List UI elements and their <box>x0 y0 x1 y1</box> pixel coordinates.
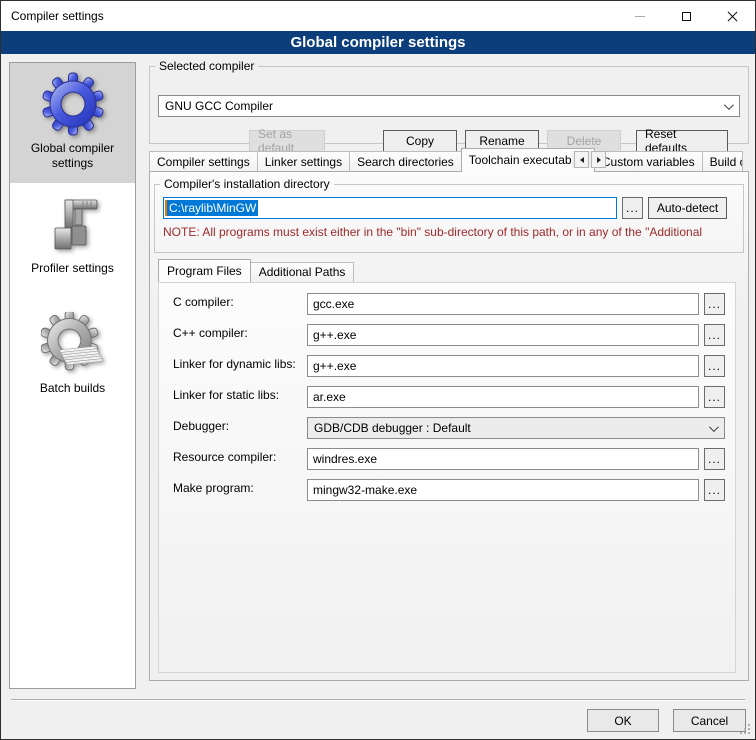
auto-detect-button[interactable]: Auto-detect <box>648 197 727 219</box>
close-button[interactable] <box>709 1 755 31</box>
tab-scroll-right-button[interactable] <box>591 151 606 168</box>
installation-directory-legend: Compiler's installation directory <box>160 177 334 191</box>
make-program-browse-button[interactable]: ... <box>704 479 725 501</box>
installation-directory-value: C:\raylib\MinGW <box>167 200 258 216</box>
tab-linker-settings[interactable]: Linker settings <box>257 151 350 172</box>
toolchain-executables-panel: Compiler's installation directory C:\ray… <box>149 171 749 681</box>
sidebar-item-label: Global compiler settings <box>21 141 125 171</box>
form-row-debugger: Debugger: GDB/CDB debugger : Default <box>173 417 725 439</box>
selected-compiler-group: Selected compiler GNU GCC Compiler Set a… <box>149 59 749 144</box>
form-row-resource-compiler: Resource compiler: ... <box>173 448 725 470</box>
cpp-compiler-browse-button[interactable]: ... <box>704 324 725 346</box>
field-label: Make program: <box>173 479 307 495</box>
footer-divider <box>11 699 745 701</box>
tab-custom-variables[interactable]: Custom variables <box>594 151 703 172</box>
gray-gear-stack-icon <box>41 312 105 376</box>
maximize-icon <box>682 12 691 21</box>
settings-category-list: Global compiler settings <box>9 62 136 689</box>
settings-tabs: Compiler settings Linker settings Search… <box>149 148 749 172</box>
c-compiler-browse-button[interactable]: ... <box>704 293 725 315</box>
resource-compiler-browse-button[interactable]: ... <box>704 448 725 470</box>
installation-note: NOTE: All programs must exist either in … <box>163 225 741 239</box>
toolchain-subtabs: Program Files Additional Paths <box>158 259 353 282</box>
c-compiler-input[interactable] <box>307 293 699 315</box>
form-row-static-linker: Linker for static libs: ... <box>173 386 725 408</box>
minimize-button[interactable] <box>617 1 663 31</box>
installation-directory-input[interactable]: C:\raylib\MinGW <box>163 197 617 219</box>
ok-button[interactable]: OK <box>587 709 659 732</box>
tab-build-options[interactable]: Build options <box>702 151 743 172</box>
installation-directory-row: C:\raylib\MinGW ... Auto-detect <box>163 197 727 219</box>
field-label: C compiler: <box>173 293 307 309</box>
compiler-select[interactable]: GNU GCC Compiler <box>158 95 740 117</box>
chevron-down-icon <box>709 422 719 432</box>
sidebar-item-label: Profiler settings <box>21 261 125 276</box>
debugger-select-value: GDB/CDB debugger : Default <box>314 421 471 435</box>
field-label: Debugger: <box>173 417 307 433</box>
cancel-button[interactable]: Cancel <box>673 709 746 732</box>
triangle-left-icon <box>580 157 584 163</box>
caliper-icon <box>41 192 105 256</box>
blue-gear-icon <box>41 72 105 136</box>
sidebar-item-batch-builds[interactable]: Batch builds <box>10 303 135 423</box>
static-linker-input[interactable] <box>307 386 699 408</box>
compiler-select-value: GNU GCC Compiler <box>165 99 273 113</box>
subtab-additional-paths[interactable]: Additional Paths <box>250 262 355 282</box>
tab-compiler-settings[interactable]: Compiler settings <box>149 151 258 172</box>
resource-compiler-input[interactable] <box>307 448 699 470</box>
dynamic-linker-input[interactable] <box>307 355 699 377</box>
form-row-dynamic-linker: Linker for dynamic libs: ... <box>173 355 725 377</box>
field-label: Resource compiler: <box>173 448 307 464</box>
sidebar-item-profiler-settings[interactable]: Profiler settings <box>10 183 135 303</box>
page-title: Global compiler settings <box>1 31 755 54</box>
installation-directory-group: Compiler's installation directory C:\ray… <box>154 177 744 253</box>
program-files-panel: C compiler: ... C++ compiler: ... Linker… <box>158 282 736 673</box>
sidebar-item-global-compiler-settings[interactable]: Global compiler settings <box>10 63 135 183</box>
cpp-compiler-input[interactable] <box>307 324 699 346</box>
form-row-c-compiler: C compiler: ... <box>173 293 725 315</box>
form-row-cpp-compiler: C++ compiler: ... <box>173 324 725 346</box>
window-title: Compiler settings <box>1 9 104 23</box>
compiler-settings-dialog: Compiler settings Global compiler settin… <box>0 0 756 740</box>
form-row-make-program: Make program: ... <box>173 479 725 501</box>
minimize-icon <box>635 16 645 17</box>
field-label: Linker for dynamic libs: <box>173 355 307 371</box>
subtab-program-files[interactable]: Program Files <box>158 259 251 282</box>
tab-search-directories[interactable]: Search directories <box>349 151 462 172</box>
caption-buttons <box>617 1 755 31</box>
titlebar: Compiler settings <box>1 1 755 31</box>
static-linker-browse-button[interactable]: ... <box>704 386 725 408</box>
tab-scroll-arrows <box>572 151 606 168</box>
sidebar-item-label: Batch builds <box>21 381 125 396</box>
resize-grip[interactable] <box>748 724 750 726</box>
dynamic-linker-browse-button[interactable]: ... <box>704 355 725 377</box>
triangle-right-icon <box>597 157 601 163</box>
selected-compiler-legend: Selected compiler <box>155 59 258 73</box>
debugger-select[interactable]: GDB/CDB debugger : Default <box>307 417 725 439</box>
field-label: C++ compiler: <box>173 324 307 340</box>
close-icon <box>727 11 738 22</box>
field-label: Linker for static libs: <box>173 386 307 402</box>
make-program-input[interactable] <box>307 479 699 501</box>
chevron-down-icon <box>724 100 734 110</box>
installation-directory-browse-button[interactable]: ... <box>622 197 643 219</box>
tab-scroll-left-button[interactable] <box>574 151 589 168</box>
maximize-button[interactable] <box>663 1 709 31</box>
